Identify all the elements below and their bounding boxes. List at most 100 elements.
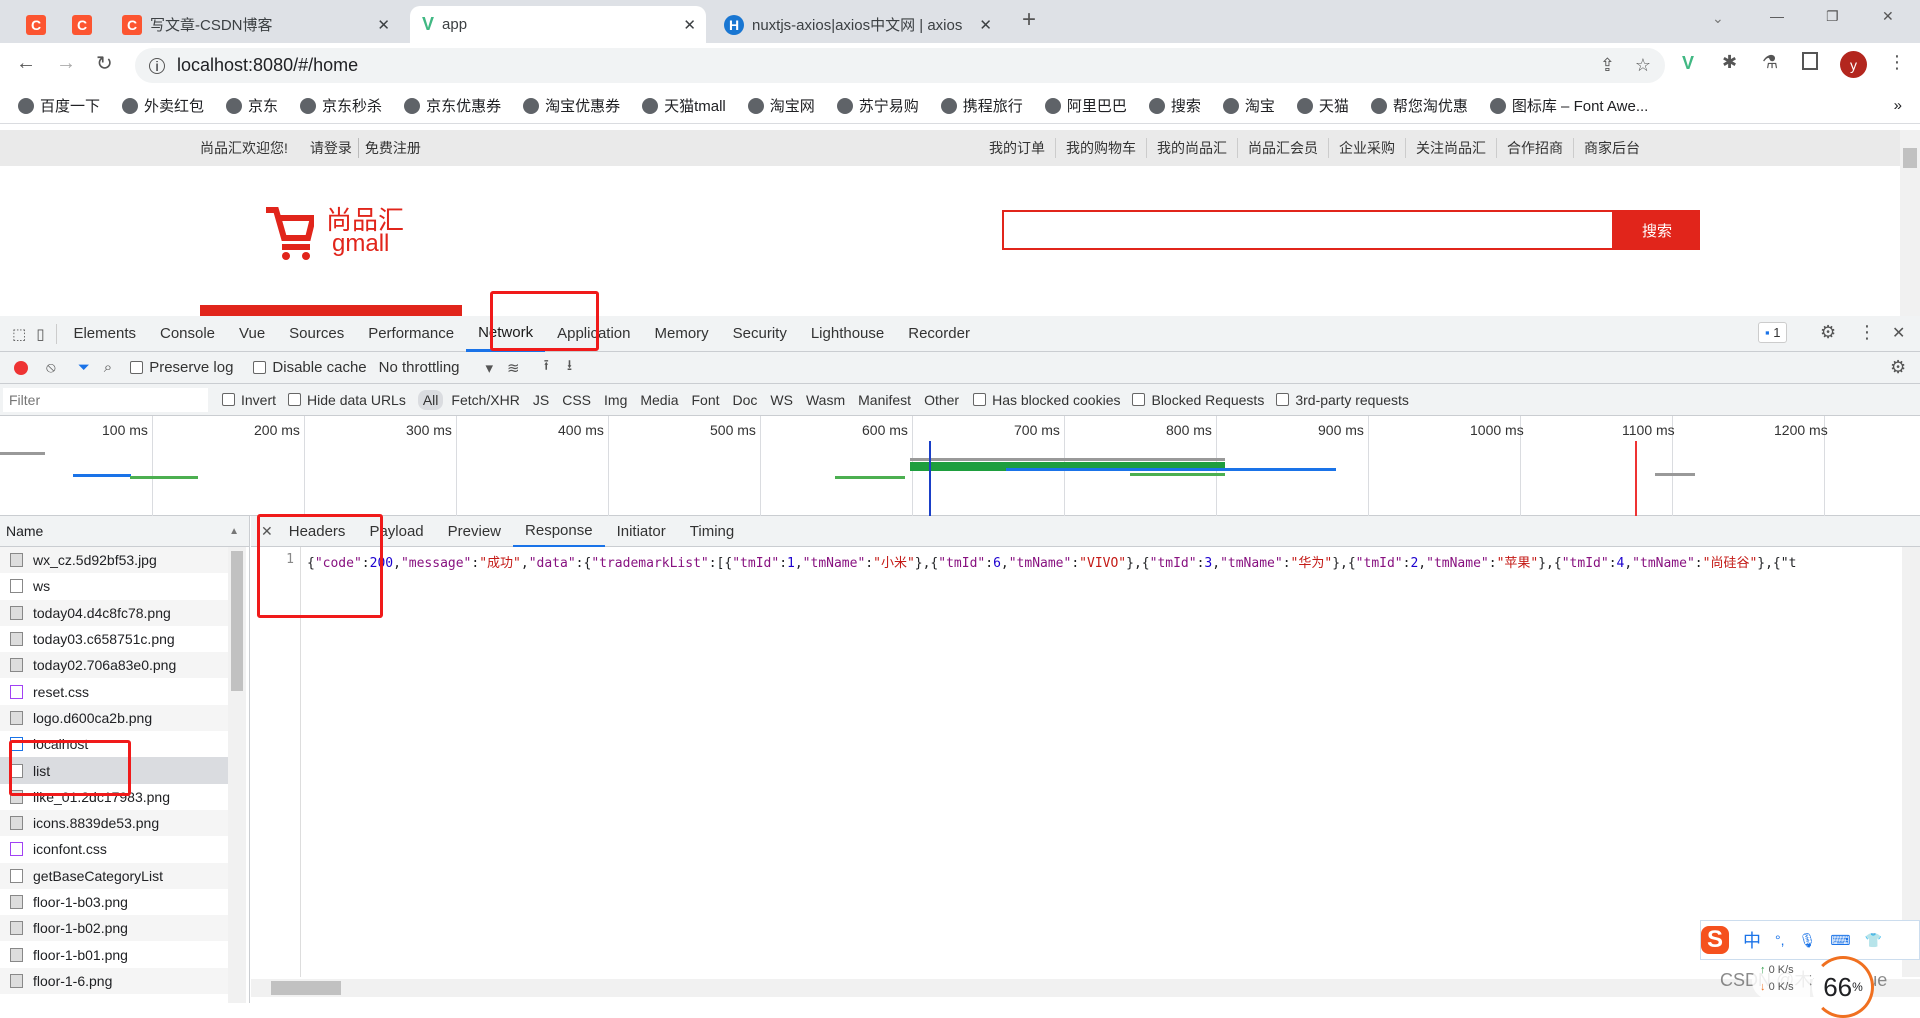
site-nav-link[interactable]: 企业采购 [1328, 138, 1405, 158]
network-overview-timeline[interactable]: 100 ms 200 ms 300 ms 400 ms 500 ms 600 ms 700 … [0, 416, 1920, 516]
info-icon[interactable]: i [149, 57, 165, 74]
preserve-log-checkbox[interactable]: Preserve log [130, 359, 233, 376]
close-icon[interactable]: ✕ [979, 16, 992, 34]
address-bar[interactable]: i localhost:8080/#/home ⇪ ☆ [135, 48, 1665, 83]
site-nav-link[interactable]: 尚品汇会员 [1237, 138, 1328, 158]
request-row[interactable]: floor-1-b02.png [0, 915, 228, 942]
request-row[interactable]: icons.8839de53.png [0, 809, 228, 837]
new-tab-button[interactable]: + [1022, 6, 1036, 34]
blocked-requests-checkbox[interactable]: Blocked Requests [1132, 392, 1264, 408]
request-row[interactable]: floor-1-b03.png [0, 889, 228, 915]
close-icon[interactable]: ✕ [683, 16, 696, 34]
bookmark-item[interactable]: 百度一下 [18, 95, 100, 116]
request-row[interactable]: logo.d600ca2b.png [0, 704, 228, 732]
type-filter-js[interactable]: JS [528, 390, 554, 410]
tab-timing[interactable]: Timing [678, 516, 746, 547]
bookmark-item[interactable]: 携程旅行 [940, 95, 1023, 116]
tab-sources[interactable]: Sources [277, 316, 356, 352]
tab-memory[interactable]: Memory [642, 316, 720, 352]
restore-button[interactable]: ❐ [1826, 8, 1839, 25]
more-bookmarks-button[interactable]: » [1894, 97, 1902, 114]
url-text[interactable]: localhost:8080/#/home [177, 55, 358, 76]
request-row[interactable]: today03.c658751c.png [0, 626, 228, 652]
request-row[interactable]: ws [0, 573, 228, 599]
search-icon[interactable]: ⌕ [104, 359, 112, 376]
bookmark-item[interactable]: 阿里巴巴 [1044, 95, 1127, 116]
clear-icon[interactable]: ⦸ [46, 359, 56, 376]
type-filter-css[interactable]: CSS [557, 390, 596, 410]
tab-axios[interactable]: Hnuxtjs-axios|axios中文网 | axios ✕ [712, 6, 1002, 43]
logo[interactable]: 尚品汇 gmall [262, 200, 404, 265]
network-conditions-icon[interactable]: ≋ [507, 359, 520, 377]
forward-button[interactable]: → [56, 52, 76, 75]
type-filter-doc[interactable]: Doc [728, 390, 763, 410]
ime-toolbar[interactable]: S 中 °, 🎙 ⌨ 👕 [1700, 920, 1920, 960]
request-row[interactable]: iconfont.css [0, 836, 228, 862]
bookmark-item[interactable]: 京东优惠券 [404, 95, 501, 116]
type-filter-other[interactable]: Other [919, 390, 964, 410]
dropdown-arrow-icon[interactable]: ▾ [486, 359, 494, 377]
tab-preview[interactable]: Preview [436, 516, 513, 547]
export-har-icon[interactable]: ⭳ [567, 355, 572, 380]
tab-recorder[interactable]: Recorder [896, 316, 982, 352]
close-window-button[interactable]: ✕ [1882, 8, 1894, 25]
site-nav-link[interactable]: 合作招商 [1496, 138, 1573, 158]
record-button[interactable] [14, 360, 28, 375]
type-filter-ws[interactable]: WS [765, 390, 798, 410]
issues-badge[interactable]: ▪ 1 [1758, 322, 1788, 343]
vue-devtools-icon[interactable]: V [1682, 53, 1694, 74]
type-filter-manifest[interactable]: Manifest [853, 390, 916, 410]
bookmark-item[interactable]: 天猫tmall [642, 95, 726, 116]
register-link[interactable]: 免费注册 [357, 138, 421, 158]
close-devtools-icon[interactable]: ✕ [1892, 323, 1905, 343]
minimize-button[interactable]: — [1770, 8, 1784, 24]
tab-performance[interactable]: Performance [356, 316, 466, 352]
tab-csdn-1[interactable]: C [14, 6, 58, 43]
type-filter-media[interactable]: Media [635, 390, 683, 410]
site-nav-link[interactable]: 我的购物车 [1055, 138, 1146, 158]
hide-data-urls-checkbox[interactable]: Hide data URLs [288, 392, 406, 408]
request-row[interactable]: getBaseCategoryList [0, 862, 228, 889]
vertical-scrollbar[interactable] [1902, 547, 1920, 977]
filter-input[interactable] [3, 387, 208, 412]
bookmark-item[interactable]: 淘宝网 [747, 95, 815, 116]
login-link[interactable]: 请登录 [310, 138, 352, 158]
tab-app[interactable]: Vapp ✕ [410, 6, 706, 43]
bookmark-item[interactable]: 京东 [226, 95, 278, 116]
site-nav-link[interactable]: 我的尚品汇 [1146, 138, 1237, 158]
request-row[interactable]: reset.css [0, 678, 228, 704]
tab-initiator[interactable]: Initiator [605, 516, 678, 547]
lab-icon[interactable]: ⚗ [1762, 52, 1778, 73]
type-filter-img[interactable]: Img [599, 390, 632, 410]
back-button[interactable]: ← [16, 52, 36, 75]
bookmark-item[interactable]: 淘宝优惠券 [523, 95, 620, 116]
type-filter-font[interactable]: Font [687, 390, 725, 410]
bookmark-item[interactable]: 图标库 – Font Awe... [1489, 95, 1648, 116]
third-party-checkbox[interactable]: 3rd-party requests [1276, 392, 1409, 408]
sidepanel-icon[interactable] [1802, 52, 1818, 70]
type-filter-wasm[interactable]: Wasm [801, 390, 850, 410]
bookmark-item[interactable]: 帮您淘优惠 [1370, 95, 1468, 116]
bookmark-item[interactable]: 淘宝 [1222, 95, 1275, 116]
page-scrollbar[interactable] [1900, 130, 1920, 316]
request-row[interactable]: wx_cz.5d92bf53.jpg [0, 547, 228, 574]
network-settings-icon[interactable]: ⚙ [1890, 357, 1906, 378]
type-filter-fetch-xhr[interactable]: Fetch/XHR [446, 390, 524, 410]
close-icon[interactable]: ✕ [377, 16, 390, 34]
bookmark-item[interactable]: 搜索 [1148, 95, 1201, 116]
name-column-header[interactable]: Name ▲ [0, 516, 249, 547]
invert-checkbox[interactable]: Invert [222, 392, 276, 408]
star-icon[interactable]: ☆ [1635, 55, 1651, 76]
disable-cache-checkbox[interactable]: Disable cache [253, 359, 367, 376]
tab-response[interactable]: Response [513, 516, 605, 547]
request-row[interactable]: today02.706a83e0.png [0, 652, 228, 679]
settings-icon[interactable]: ⚙ [1820, 322, 1836, 343]
site-nav-link[interactable]: 关注尚品汇 [1405, 138, 1496, 158]
request-row[interactable]: today04.d4c8fc78.png [0, 599, 228, 626]
extensions-icon[interactable]: ✱ [1722, 52, 1737, 73]
horizontal-scrollbar[interactable] [251, 979, 1920, 997]
tab-console[interactable]: Console [148, 316, 227, 352]
search-input[interactable] [1002, 210, 1614, 250]
bookmark-item[interactable]: 天猫 [1296, 95, 1349, 116]
menu-icon[interactable]: ⋮ [1888, 52, 1906, 73]
